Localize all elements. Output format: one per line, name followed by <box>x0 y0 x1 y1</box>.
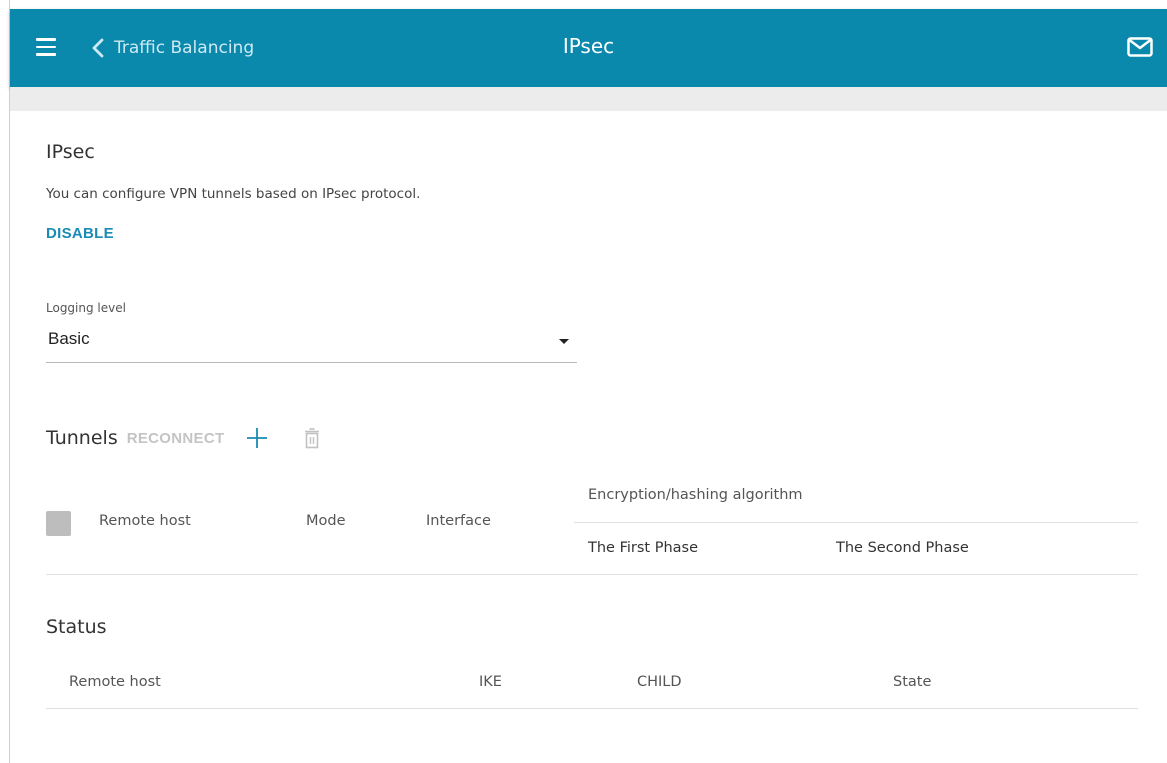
reconnect-button[interactable]: RECONNECT <box>127 430 225 447</box>
column-encryption-algorithm: Encryption/hashing algorithm <box>588 487 803 503</box>
status-column-state: State <box>893 674 932 690</box>
main-content: IPsec You can configure VPN tunnels base… <box>10 111 1167 763</box>
add-tunnel-button[interactable] <box>246 427 268 449</box>
notifications-button[interactable] <box>1127 37 1153 61</box>
status-column-child: CHILD <box>637 674 682 690</box>
delete-tunnel-button[interactable] <box>304 427 320 449</box>
tunnels-heading: Tunnels <box>46 427 118 449</box>
trash-icon <box>305 428 320 449</box>
header-divider <box>574 522 1138 523</box>
status-heading: Status <box>46 616 107 638</box>
tunnels-table-divider <box>46 574 1138 575</box>
logging-level-select[interactable]: Logging level Basic <box>46 301 577 363</box>
app-window: Traffic Balancing IPsec IPsec You can co… <box>0 0 1167 763</box>
page-title: IPsec <box>562 34 615 58</box>
header-band <box>10 87 1167 111</box>
column-second-phase: The Second Phase <box>836 540 969 556</box>
caret-down-icon <box>559 339 569 344</box>
ipsec-heading: IPsec <box>46 141 95 163</box>
status-column-ike: IKE <box>479 674 502 690</box>
column-remote-host: Remote host <box>99 513 191 529</box>
column-interface: Interface <box>426 513 491 529</box>
disable-button[interactable]: DISABLE <box>46 225 114 242</box>
select-all-checkbox[interactable] <box>46 511 71 536</box>
column-first-phase: The First Phase <box>588 540 698 556</box>
column-mode: Mode <box>306 513 346 529</box>
ipsec-description: You can configure VPN tunnels based on I… <box>46 186 421 202</box>
status-table-divider <box>46 708 1138 709</box>
status-column-remote-host: Remote host <box>69 674 161 690</box>
logging-level-value: Basic <box>48 329 90 348</box>
top-bar: Traffic Balancing IPsec <box>10 9 1167 87</box>
tunnels-header: Tunnels RECONNECT <box>46 427 320 449</box>
plus-icon <box>247 428 268 448</box>
logging-level-label: Logging level <box>46 301 126 315</box>
mail-icon <box>1127 37 1153 57</box>
